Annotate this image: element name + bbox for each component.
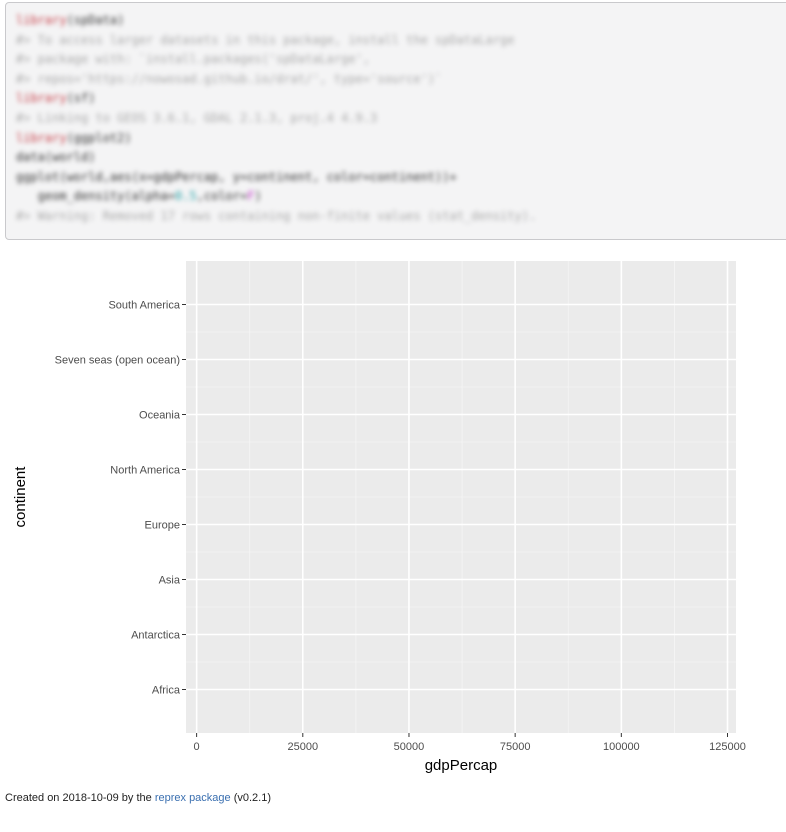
code-token: #> Linking to GEOS 3.6.1, GDAL 2.1.3, pr… xyxy=(16,110,378,125)
code-token: #> package with: `install.packages('spDa… xyxy=(16,52,371,67)
code-token: (spData) xyxy=(66,13,125,27)
y-tick-label: Antarctica xyxy=(131,630,181,642)
y-tick-label: Africa xyxy=(152,685,181,697)
footer-suffix: (v0.2.1) xyxy=(230,792,272,804)
code-token: #> Warning: Removed 17 rows containing n… xyxy=(16,208,537,223)
x-tick-label: 50000 xyxy=(394,741,425,753)
reprex-package-link[interactable]: reprex package xyxy=(155,792,231,804)
code-line: #> repos='https://nowosad.github.io/drat… xyxy=(16,70,780,90)
code-token: ) xyxy=(254,189,262,204)
code-line: #> package with: `install.packages('spDa… xyxy=(16,50,780,70)
y-tick-label: North America xyxy=(110,465,181,477)
code-token: data(world) xyxy=(16,150,96,165)
code-line: geom_density(alpha=0.5,color=F) xyxy=(16,187,780,207)
x-tick-label: 0 xyxy=(194,741,200,753)
code-line: library(ggplot2) xyxy=(16,129,780,149)
y-axis-title: continent xyxy=(12,466,29,528)
x-tick-label: 75000 xyxy=(500,741,531,753)
y-tick-label: Europe xyxy=(145,520,180,532)
code-line: ggplot(world,aes(x=gdpPercap, y=continen… xyxy=(16,168,780,188)
code-line: #> To access larger datasets in this pac… xyxy=(16,31,780,51)
code-token: 0.5 xyxy=(174,189,197,204)
code-line: library(sf) xyxy=(16,89,780,109)
footer-prefix: Created on 2018-10-09 by the xyxy=(5,792,155,804)
code-line: #> Warning: Removed 17 rows containing n… xyxy=(16,207,780,227)
x-tick-label: 100000 xyxy=(603,741,640,753)
code-token: (ggplot2) xyxy=(66,130,132,145)
code-token: (sf) xyxy=(66,91,96,106)
x-tick-label: 125000 xyxy=(709,741,746,753)
code-token: #> To access larger datasets in this pac… xyxy=(16,32,515,47)
y-axis: Africa Antarctica Asia Europe North America O… xyxy=(55,300,186,697)
code-token: library xyxy=(16,130,67,145)
code-line: #> Linking to GEOS 3.6.1, GDAL 2.1.3, pr… xyxy=(16,109,780,129)
y-tick-label: Asia xyxy=(159,575,181,587)
code-token: ggplot(world,aes(x=gdpPercap, y=continen… xyxy=(16,169,457,184)
density-chart: Africa Antarctica Asia Europe North America O… xyxy=(12,261,746,774)
x-tick-label: 25000 xyxy=(287,741,318,753)
minor-gridlines xyxy=(186,261,736,733)
code-line: data(world) xyxy=(16,148,780,168)
y-tick-label: Oceania xyxy=(139,410,181,422)
x-axis: 0 25000 50000 75000 100000 125000 xyxy=(194,733,746,753)
footer-note: Created on 2018-10-09 by the reprex pack… xyxy=(5,792,271,804)
code-token: library xyxy=(16,13,67,27)
code-token: geom_density(alpha= xyxy=(16,189,175,204)
x-axis-title: gdpPercap xyxy=(425,757,498,774)
code-token: ,color= xyxy=(196,189,248,204)
code-token: #> repos='https://nowosad.github.io/drat… xyxy=(16,71,443,86)
y-tick-label: Seven seas (open ocean) xyxy=(55,355,180,367)
code-block: library(spData) #> To access larger datas… xyxy=(5,2,786,240)
y-tick-label: South America xyxy=(108,300,180,312)
code-line: library(spData) xyxy=(16,11,780,31)
code-token: library xyxy=(16,91,67,106)
